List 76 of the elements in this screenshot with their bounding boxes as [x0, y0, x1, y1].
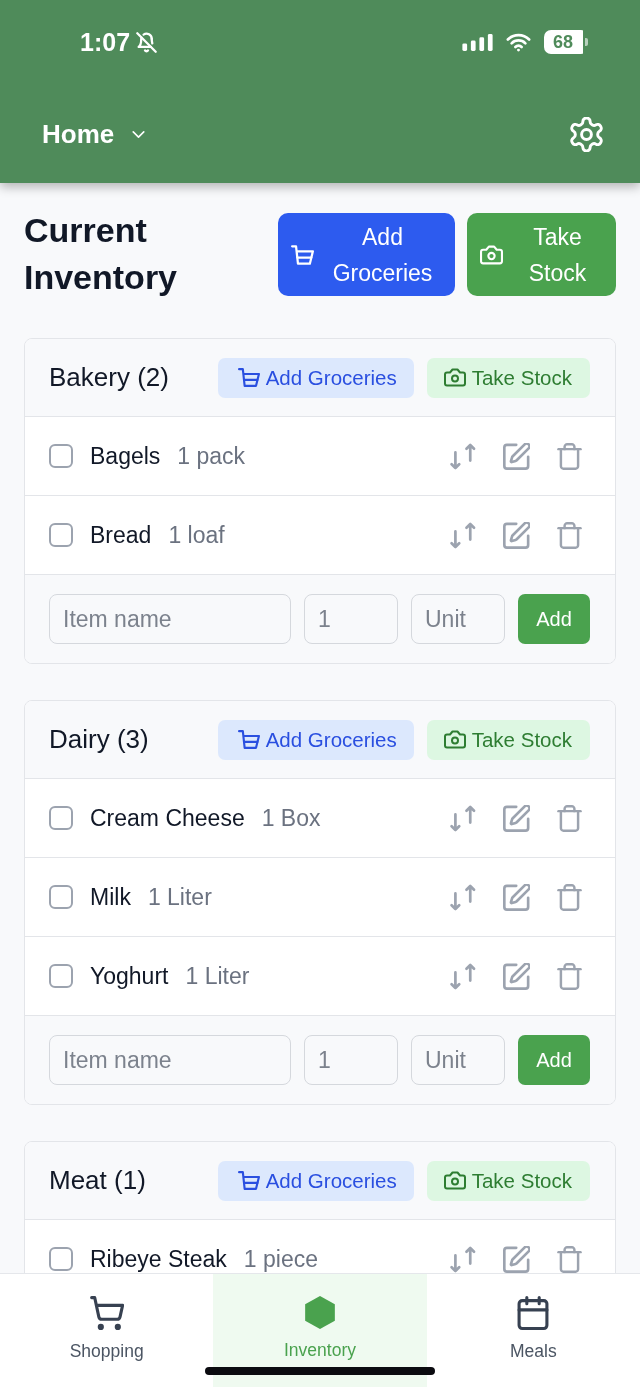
- sort-arrows-icon[interactable]: [450, 442, 477, 470]
- signal-icon: [462, 33, 493, 51]
- status-time: 1:07: [80, 27, 131, 57]
- item-quantity: 1 Liter: [185, 965, 250, 987]
- cart-icon: [237, 1171, 260, 1190]
- take-stock-button[interactable]: Take Stock: [426, 719, 590, 760]
- item-quantity: 1 piece: [243, 1248, 318, 1270]
- item-name: Bread: [90, 524, 152, 546]
- sort-arrows-icon[interactable]: [450, 1245, 477, 1273]
- sort-arrows-icon[interactable]: [450, 521, 477, 549]
- wifi-icon: [506, 32, 531, 52]
- camera-icon: [443, 730, 466, 749]
- quantity-field[interactable]: 1: [304, 1035, 398, 1085]
- camera-icon: [480, 244, 503, 265]
- category-title: Bakery (2): [49, 362, 169, 393]
- edit-icon[interactable]: [503, 442, 530, 470]
- trash-icon[interactable]: [556, 804, 583, 832]
- edit-icon[interactable]: [503, 883, 530, 911]
- add-groceries-button[interactable]: Add Groceries: [217, 719, 414, 760]
- edit-icon[interactable]: [503, 1245, 530, 1273]
- battery-indicator: 68: [544, 30, 588, 54]
- settings-icon[interactable]: [569, 116, 604, 152]
- item-checkbox[interactable]: [49, 444, 73, 468]
- item-checkbox[interactable]: [49, 885, 73, 909]
- sort-arrows-icon[interactable]: [450, 962, 477, 990]
- muted-bell-icon: [136, 31, 158, 53]
- unit-field[interactable]: Unit: [411, 1035, 505, 1085]
- hexagon-icon: [305, 1296, 335, 1329]
- cart-icon: [237, 368, 260, 387]
- item-checkbox[interactable]: [49, 964, 73, 988]
- take-stock-button[interactable]: Take Stock: [426, 357, 590, 398]
- camera-icon: [443, 1171, 466, 1190]
- item-name: Yoghurt: [90, 965, 169, 987]
- sort-arrows-icon[interactable]: [450, 883, 477, 911]
- quantity-field[interactable]: 1: [304, 594, 398, 644]
- cart-icon: [291, 244, 314, 265]
- add-button[interactable]: Add: [518, 594, 590, 644]
- chevron-down-icon: [132, 130, 146, 138]
- nav-tab[interactable]: Inventory: [213, 1274, 427, 1387]
- trash-icon[interactable]: [556, 442, 583, 470]
- cart-icon: [89, 1296, 124, 1330]
- edit-icon[interactable]: [503, 804, 530, 832]
- take-stock-button[interactable]: Take Stock: [426, 1160, 590, 1201]
- edit-icon[interactable]: [503, 521, 530, 549]
- item-name: Milk: [90, 886, 131, 908]
- item-quantity: 1 Liter: [147, 886, 212, 908]
- category-title: Dairy (3): [49, 724, 149, 755]
- add-button[interactable]: Add: [518, 1035, 590, 1085]
- home-dropdown[interactable]: Home: [42, 118, 146, 150]
- add-groceries-button[interactable]: Add Groceries: [217, 1160, 414, 1201]
- edit-icon[interactable]: [503, 962, 530, 990]
- item-name: Ribeye Steak: [90, 1248, 227, 1270]
- camera-icon: [443, 368, 466, 387]
- item-checkbox[interactable]: [49, 523, 73, 547]
- trash-icon[interactable]: [556, 962, 583, 990]
- item-name-field[interactable]: Item name: [49, 1035, 291, 1085]
- trash-icon[interactable]: [556, 1245, 583, 1273]
- item-quantity: 1 pack: [177, 445, 246, 467]
- item-checkbox[interactable]: [49, 1247, 73, 1271]
- trash-icon[interactable]: [556, 521, 583, 549]
- category-title: Meat (1): [49, 1165, 146, 1196]
- item-name-field[interactable]: Item name: [49, 594, 291, 644]
- add-groceries-button[interactable]: Add Groceries: [217, 357, 414, 398]
- sort-arrows-icon[interactable]: [450, 804, 477, 832]
- calendar-icon: [516, 1296, 551, 1330]
- take-stock-button[interactable]: Take Stock: [467, 213, 616, 296]
- item-quantity: 1 Box: [261, 807, 321, 829]
- item-quantity: 1 loaf: [168, 524, 225, 546]
- unit-field[interactable]: Unit: [411, 594, 505, 644]
- item-name: Cream Cheese: [90, 807, 245, 829]
- add-groceries-button[interactable]: Add Groceries: [278, 213, 455, 296]
- trash-icon[interactable]: [556, 883, 583, 911]
- item-name: Bagels: [90, 445, 161, 467]
- cart-icon: [237, 730, 260, 749]
- item-checkbox[interactable]: [49, 806, 73, 830]
- page-title: Current Inventory: [24, 210, 179, 298]
